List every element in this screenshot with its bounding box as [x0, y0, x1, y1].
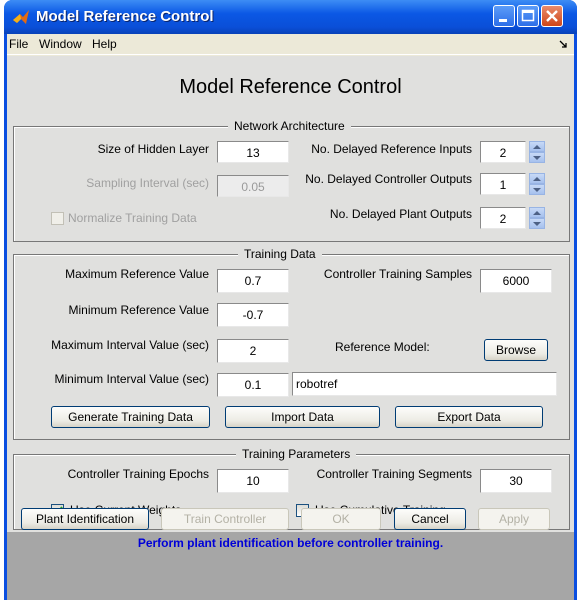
delayed-plant-input[interactable]: 2: [480, 207, 526, 229]
max-ref-label: Maximum Reference Value: [65, 267, 209, 281]
epochs-label: Controller Training Epochs: [67, 467, 209, 481]
menu-help[interactable]: Help: [92, 37, 117, 51]
maximize-icon: [521, 9, 535, 22]
browse-button[interactable]: Browse: [484, 339, 548, 361]
reference-model-input[interactable]: robotref: [292, 372, 557, 396]
segments-label: Controller Training Segments: [316, 467, 472, 481]
spin-down-button[interactable]: [529, 184, 545, 195]
menu-file[interactable]: File: [9, 37, 28, 51]
client-area: File Window Help Model Reference Control…: [7, 34, 574, 600]
arrow-down-icon: [533, 188, 541, 192]
generate-training-data-button[interactable]: Generate Training Data: [51, 406, 210, 428]
spin-up-button[interactable]: [529, 141, 545, 152]
training-data-panel: Training Data Maximum Reference Value 0.…: [13, 247, 570, 440]
train-controller-button[interactable]: Train Controller: [161, 508, 289, 530]
close-button[interactable]: [541, 5, 563, 27]
main-panel: Model Reference Control Network Architec…: [7, 56, 574, 600]
sampling-interval-label: Sampling Interval (sec): [86, 176, 209, 190]
window-title: Model Reference Control: [36, 8, 214, 25]
arrow-up-icon: [533, 211, 541, 215]
min-interval-label: Minimum Interval Value (sec): [54, 372, 210, 386]
min-interval-input[interactable]: 0.1: [217, 373, 289, 397]
minimize-icon: [499, 19, 507, 22]
panel-title: Training Data: [238, 247, 322, 261]
import-data-button[interactable]: Import Data: [225, 406, 380, 428]
close-icon: [546, 10, 558, 22]
normalize-checkbox[interactable]: [51, 212, 64, 225]
sampling-interval-input[interactable]: 0.05: [217, 175, 289, 197]
panel-title: Network Architecture: [228, 119, 351, 133]
status-message: Perform plant identification before cont…: [137, 536, 444, 550]
arrow-up-icon: [533, 177, 541, 181]
arrow-down-icon: [533, 222, 541, 226]
epochs-input[interactable]: 10: [217, 469, 289, 493]
arrow-down-icon: [533, 156, 541, 160]
segments-input[interactable]: 30: [480, 469, 552, 493]
ok-button[interactable]: OK: [301, 508, 381, 530]
menu-bar: File Window Help: [7, 34, 574, 55]
spin-down-button[interactable]: [529, 152, 545, 163]
max-interval-label: Maximum Interval Value (sec): [51, 338, 209, 352]
spin-down-button[interactable]: [529, 218, 545, 229]
delayed-plant-label: No. Delayed Plant Outputs: [329, 207, 472, 221]
ref-model-label: Reference Model:: [335, 340, 430, 354]
delayed-ref-spinner[interactable]: [529, 141, 545, 163]
normalize-label: Normalize Training Data: [68, 211, 197, 225]
panel-title: Training Parameters: [236, 447, 357, 461]
page-title: Model Reference Control: [179, 76, 402, 98]
spin-up-button[interactable]: [529, 173, 545, 184]
max-ref-input[interactable]: 0.7: [217, 269, 289, 293]
delayed-ref-input[interactable]: 2: [480, 141, 526, 163]
app-window: Model Reference Control File Window Help…: [4, 0, 577, 600]
delayed-ctrl-spinner[interactable]: [529, 173, 545, 195]
min-ref-label: Minimum Reference Value: [68, 303, 209, 317]
matlab-logo-icon: [13, 10, 29, 24]
samples-label: Controller Training Samples: [323, 267, 472, 281]
delayed-ctrl-label: No. Delayed Controller Outputs: [305, 172, 472, 186]
delayed-ref-label: No. Delayed Reference Inputs: [311, 142, 472, 156]
arrow-up-icon: [533, 145, 541, 149]
delayed-ctrl-input[interactable]: 1: [480, 173, 526, 195]
export-data-button[interactable]: Export Data: [395, 406, 543, 428]
minimize-button[interactable]: [493, 5, 515, 27]
min-ref-input[interactable]: -0.7: [217, 303, 289, 327]
samples-input[interactable]: 6000: [480, 269, 552, 293]
plant-identification-button[interactable]: Plant Identification: [21, 508, 149, 530]
maximize-button[interactable]: [517, 5, 539, 27]
max-interval-input[interactable]: 2: [217, 339, 289, 363]
hidden-layer-input[interactable]: 13: [217, 141, 289, 163]
hidden-layer-label: Size of Hidden Layer: [97, 142, 209, 156]
title-bar[interactable]: Model Reference Control: [4, 0, 577, 34]
undock-arrow-icon[interactable]: [559, 40, 568, 49]
status-bar: Perform plant identification before cont…: [7, 532, 574, 600]
cancel-button[interactable]: Cancel: [394, 508, 466, 530]
spin-up-button[interactable]: [529, 207, 545, 218]
apply-button[interactable]: Apply: [478, 508, 550, 530]
delayed-plant-spinner[interactable]: [529, 207, 545, 229]
menu-window[interactable]: Window: [39, 37, 82, 51]
network-architecture-panel: Network Architecture Size of Hidden Laye…: [13, 119, 570, 242]
